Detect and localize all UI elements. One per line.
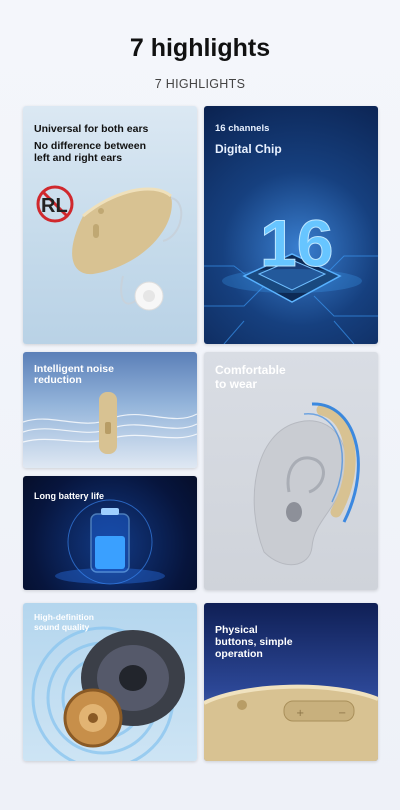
card-hd-sound: High-definition sound quality bbox=[23, 603, 197, 761]
card-label: buttons, simple bbox=[215, 636, 293, 648]
card-label: Physical bbox=[215, 624, 258, 636]
card-label: to wear bbox=[215, 377, 258, 391]
card-noise-reduction: Intelligent noise reduction bbox=[23, 352, 197, 468]
card-label: Long battery life bbox=[34, 491, 105, 501]
card-label: Comfortable bbox=[215, 363, 286, 377]
page-title: 7 highlights bbox=[129, 34, 271, 62]
svg-text:−: − bbox=[338, 708, 346, 719]
rl-text: RL bbox=[41, 195, 68, 217]
card-label: reduction bbox=[34, 374, 82, 386]
page-subtitle: 7 HIGHLIGHTS bbox=[154, 77, 246, 91]
card-label: sound quality bbox=[34, 622, 90, 632]
card-physical-buttons: + − Physical buttons, simple operation bbox=[204, 603, 378, 761]
card-label: No difference between bbox=[34, 140, 147, 152]
card-label: operation bbox=[215, 648, 263, 660]
card-digital-chip: 16 16 channels Digital Chip bbox=[204, 106, 378, 344]
svg-text:+: + bbox=[296, 708, 304, 719]
card-battery-life: Long battery life bbox=[23, 476, 197, 590]
card-universal-ears: RL Universal for both ears No difference… bbox=[23, 106, 197, 344]
card-comfortable: Comfortable to wear bbox=[204, 352, 378, 590]
card-label: Universal for both ears bbox=[34, 123, 149, 135]
card-label: left and right ears bbox=[34, 152, 123, 164]
card-label: Digital Chip bbox=[215, 142, 282, 156]
big-number: 16 bbox=[260, 206, 333, 280]
card-label: 16 channels bbox=[215, 123, 270, 134]
card-label: High-definition bbox=[34, 612, 94, 622]
